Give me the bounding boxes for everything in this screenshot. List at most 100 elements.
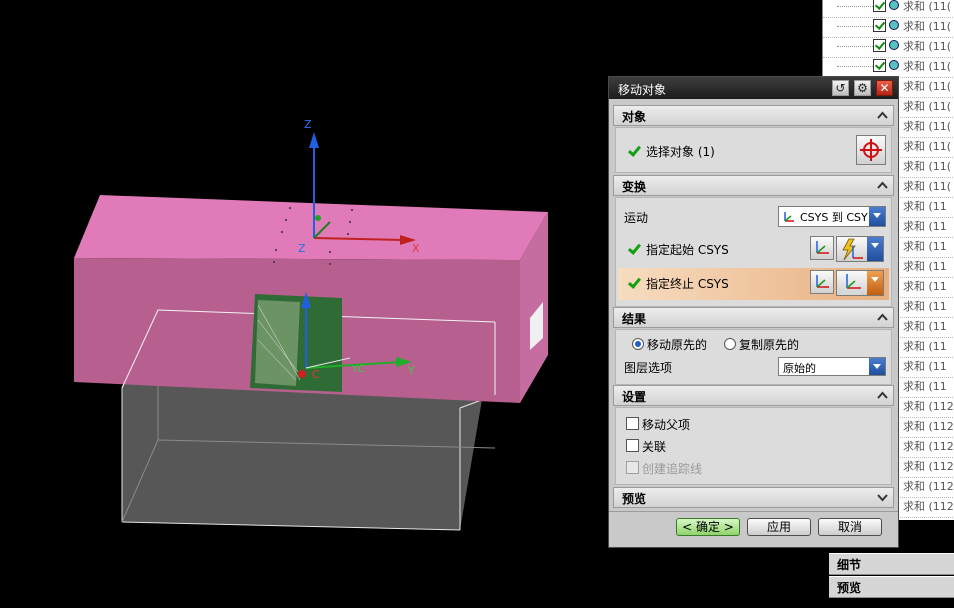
tree-row[interactable]: 求和 (11(	[823, 57, 954, 78]
tree-item-label: 求和 (11	[903, 360, 947, 373]
tree-item-label: 求和 (11(	[903, 180, 952, 193]
dialog-title: 移动对象	[618, 83, 667, 97]
unite-feature-icon	[889, 60, 899, 70]
axis-c-label: C	[312, 368, 320, 381]
tree-item-label: 求和 (112	[903, 440, 954, 453]
chevron-down-icon[interactable]	[874, 489, 891, 506]
cancel-button[interactable]: 取消	[818, 518, 882, 536]
tree-item-label: 求和 (11(	[903, 60, 952, 73]
axis-z-top-label: Z	[304, 118, 312, 131]
visibility-checkbox[interactable]	[873, 0, 886, 12]
chevron-up-icon[interactable]	[874, 107, 891, 124]
csys-dialog-icon	[816, 275, 829, 288]
create-trace-checkbox	[626, 461, 639, 474]
motion-label: 运动	[624, 211, 649, 225]
chevron-down-icon[interactable]	[869, 207, 885, 226]
layer-option-dropdown[interactable]: 原始的	[778, 357, 886, 376]
tree-row[interactable]: 求和 (11(	[823, 37, 954, 58]
move-original-label[interactable]: 移动原先的	[647, 336, 707, 353]
chevron-down-icon[interactable]	[867, 237, 883, 261]
create-trace-label: 创建追踪线	[642, 462, 703, 476]
dialog-titlebar[interactable]: 移动对象 ↺ ⚙ ✕	[609, 77, 898, 99]
tree-item-label: 求和 (112	[903, 500, 954, 513]
check-icon	[628, 278, 640, 288]
apply-button[interactable]: 应用	[747, 518, 811, 536]
axis-z-mid-label: Z	[298, 242, 306, 255]
axis-y-label: Y	[408, 364, 415, 377]
section-title: 设置	[622, 390, 647, 404]
start-csys-dropdown[interactable]	[836, 236, 884, 262]
start-csys-label[interactable]: 指定起始 CSYS	[646, 241, 729, 258]
chevron-down-icon[interactable]	[867, 271, 883, 295]
preview-section-header[interactable]: 预览	[613, 487, 894, 508]
associative-label[interactable]: 关联	[642, 438, 666, 455]
visibility-checkbox[interactable]	[873, 59, 886, 72]
chevron-up-icon[interactable]	[874, 177, 891, 194]
copy-original-radio[interactable]	[724, 338, 736, 350]
copy-original-label[interactable]: 复制原先的	[739, 336, 799, 353]
visibility-checkbox[interactable]	[873, 19, 886, 32]
move-parent-label[interactable]: 移动父项	[642, 416, 690, 433]
motion-dropdown[interactable]: CSYS 到 CSY	[778, 206, 886, 227]
tree-item-label: 求和 (112	[903, 400, 954, 413]
axis-yc-label: YC	[352, 364, 365, 375]
section-title: 对象	[622, 110, 647, 124]
tree-item-label: 求和 (11	[903, 320, 947, 333]
chevron-up-icon[interactable]	[874, 387, 891, 404]
move-parent-checkbox[interactable]	[626, 417, 639, 430]
move-original-radio[interactable]	[632, 338, 644, 350]
settings-section-header[interactable]: 设置	[613, 385, 894, 406]
section-title: 预览	[622, 492, 647, 506]
tree-item-label: 求和 (11	[903, 300, 947, 313]
associative-checkbox[interactable]	[626, 439, 639, 452]
chevron-down-icon[interactable]	[869, 358, 885, 375]
settings-icon[interactable]: ⚙	[854, 80, 871, 96]
result-section-body: 移动原先的 复制原先的 图层选项 原始的	[615, 329, 892, 385]
section-title: 结果	[622, 312, 647, 326]
tree-item-label: 求和 (11	[903, 380, 947, 393]
visibility-checkbox[interactable]	[873, 39, 886, 52]
csys-icon	[784, 212, 794, 222]
section-title: 变换	[622, 180, 647, 194]
unite-feature-icon	[889, 40, 899, 50]
select-object-label[interactable]: 选择对象 (1)	[646, 143, 715, 160]
motion-value: CSYS 到 CSY	[800, 211, 868, 224]
tree-row[interactable]: 求和 (11(	[823, 17, 954, 38]
crosshair-icon	[860, 139, 882, 161]
ok-button[interactable]: < 确定 >	[676, 518, 740, 536]
csys-dialog-button[interactable]	[810, 270, 834, 294]
close-icon[interactable]: ✕	[876, 80, 893, 96]
tree-item-label: 求和 (112	[903, 420, 954, 433]
tree-item-label: 求和 (11(	[903, 120, 952, 133]
tree-item-label: 求和 (11(	[903, 160, 952, 173]
layer-option-value: 原始的	[783, 362, 816, 375]
object-section-body: 选择对象 (1)	[615, 127, 892, 173]
check-icon	[628, 244, 640, 254]
axis-x-label: X	[412, 242, 420, 255]
move-object-dialog: 移动对象 ↺ ⚙ ✕ 对象 选择对象 (1) 变换 运动 CSYS 到 CSY …	[608, 76, 899, 548]
tree-item-label: 求和 (11(	[903, 100, 952, 113]
tree-item-label: 求和 (11	[903, 280, 947, 293]
tree-row[interactable]: 求和 (11(	[823, 0, 954, 18]
tree-item-label: 求和 (11(	[903, 140, 952, 153]
tree-item-label: 求和 (11(	[903, 80, 952, 93]
tree-item-label: 求和 (112	[903, 480, 954, 493]
result-section-header[interactable]: 结果	[613, 307, 894, 328]
detail-panel-header[interactable]: 细节	[829, 553, 954, 575]
layer-option-label: 图层选项	[624, 361, 673, 375]
tree-item-label: 求和 (11	[903, 200, 947, 213]
dynamic-csys-icon	[842, 238, 863, 261]
end-csys-label[interactable]: 指定终止 CSYS	[646, 275, 729, 292]
csys-dialog-button[interactable]	[810, 236, 834, 260]
object-section-header[interactable]: 对象	[613, 105, 894, 126]
unite-feature-icon	[889, 0, 899, 10]
chevron-up-icon[interactable]	[874, 309, 891, 326]
select-object-button[interactable]	[856, 135, 886, 165]
tree-item-label: 求和 (11	[903, 260, 947, 273]
transform-section-header[interactable]: 变换	[613, 175, 894, 196]
reset-icon[interactable]: ↺	[832, 80, 849, 96]
preview-panel-header[interactable]: 预览	[829, 576, 954, 598]
end-csys-dropdown[interactable]	[836, 270, 884, 296]
tree-item-label: 求和 (11(	[903, 40, 952, 53]
csys-dialog-icon	[816, 241, 829, 254]
